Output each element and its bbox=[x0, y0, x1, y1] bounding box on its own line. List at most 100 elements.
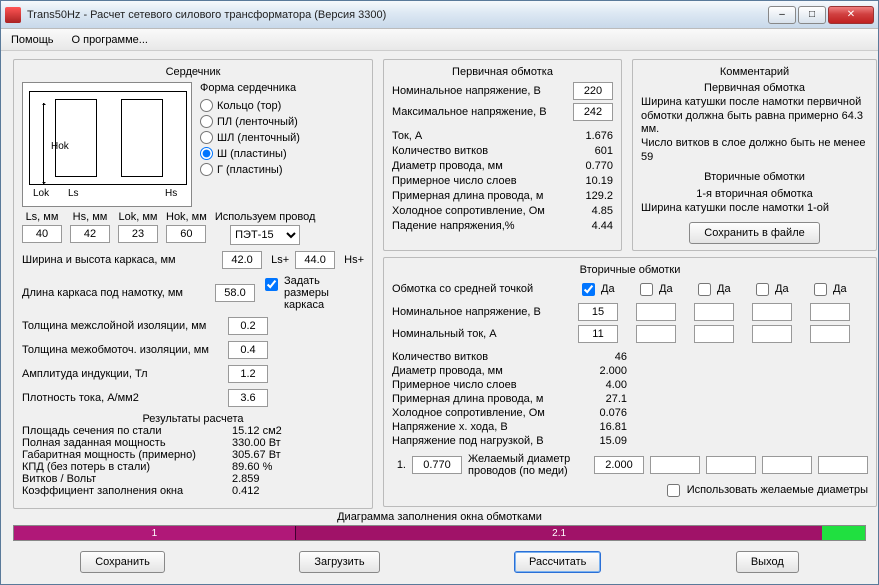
result-value: 305.67 Вт bbox=[232, 449, 312, 461]
secondary-label: Примерное число слоев bbox=[392, 379, 572, 391]
primary-label: Падение напряжения,% bbox=[392, 220, 558, 232]
result-label: КПД (без потерь в стали) bbox=[22, 461, 232, 473]
desired-diam-input[interactable] bbox=[594, 456, 644, 474]
minimize-button[interactable]: – bbox=[768, 6, 796, 24]
secondary-value: 15.09 bbox=[572, 435, 627, 447]
lok-input[interactable] bbox=[118, 225, 158, 243]
primary-label: Ток, А bbox=[392, 130, 558, 142]
save-comments-button[interactable]: Сохранить в файле bbox=[689, 222, 819, 244]
result-value: 2.859 bbox=[232, 473, 312, 485]
secondary-label: Диаметр провода, мм bbox=[392, 365, 572, 377]
core-title: Сердечник bbox=[22, 66, 364, 78]
primary-value: 601 bbox=[558, 145, 613, 157]
sec-inom-input[interactable] bbox=[810, 325, 850, 343]
radio-sh[interactable]: Ш (пластины) bbox=[200, 147, 300, 160]
center-tap-checkbox[interactable]: Да bbox=[694, 280, 746, 299]
results-title: Результаты расчета bbox=[22, 413, 364, 425]
sec-inom-input[interactable] bbox=[636, 325, 676, 343]
comments-title: Комментарий bbox=[641, 66, 868, 78]
secondary-value: 27.1 bbox=[572, 393, 627, 405]
secondary-label: Холодное сопротивление, Ом bbox=[392, 407, 572, 419]
window-title: Trans50Hz - Расчет сетевого силового тра… bbox=[27, 9, 768, 21]
secondary-value: 16.81 bbox=[572, 421, 627, 433]
diagram-title: Диаграмма заполнения окна обмотками bbox=[13, 511, 866, 523]
sec-vnom-input[interactable] bbox=[810, 303, 850, 321]
menubar: Помощь О программе... bbox=[1, 29, 878, 51]
radio-ring[interactable]: Кольцо (тор) bbox=[200, 99, 300, 112]
save-button[interactable]: Сохранить bbox=[80, 551, 165, 573]
core-panel: Сердечник Hok Lok Ls Hs Форма сердечника bbox=[13, 59, 373, 509]
hok-input[interactable] bbox=[166, 225, 206, 243]
radio-pl[interactable]: ПЛ (ленточный) bbox=[200, 115, 300, 128]
diagram-segment-primary: 1 bbox=[14, 526, 295, 540]
close-button[interactable]: ✕ bbox=[828, 6, 874, 24]
secondary-value: 4.00 bbox=[572, 379, 627, 391]
primary-value: 0.770 bbox=[558, 160, 613, 172]
center-tap-checkbox[interactable]: Да bbox=[578, 280, 630, 299]
radio-shl[interactable]: ШЛ (ленточный) bbox=[200, 131, 300, 144]
calc-button[interactable]: Рассчитать bbox=[514, 551, 601, 573]
primary-value: 10.19 bbox=[558, 175, 613, 187]
radio-g[interactable]: Г (пластины) bbox=[200, 163, 300, 176]
titlebar: Trans50Hz - Расчет сетевого силового тра… bbox=[1, 1, 878, 29]
secondary-value: 0.076 bbox=[572, 407, 627, 419]
core-shape-selector: Форма сердечника Кольцо (тор) ПЛ (ленточ… bbox=[200, 82, 300, 207]
primary-value: 129.2 bbox=[558, 190, 613, 202]
primary-label: Примерное число слоев bbox=[392, 175, 558, 187]
load-button[interactable]: Загрузить bbox=[299, 551, 379, 573]
center-tap-checkbox[interactable]: Да bbox=[810, 280, 862, 299]
app-window: Trans50Hz - Расчет сетевого силового тра… bbox=[0, 0, 879, 585]
hs-input[interactable] bbox=[70, 225, 110, 243]
primary-label: Диаметр провода, мм bbox=[392, 160, 558, 172]
frame-w-input[interactable] bbox=[222, 251, 262, 269]
wire-select[interactable]: ПЭТ-15 bbox=[230, 225, 300, 245]
primary-value: 4.85 bbox=[558, 205, 613, 217]
result-label: Коэффициент заполнения окна bbox=[22, 485, 232, 497]
desired-diam-input[interactable] bbox=[706, 456, 756, 474]
menu-help[interactable]: Помощь bbox=[11, 34, 54, 46]
center-tap-checkbox[interactable]: Да bbox=[752, 280, 804, 299]
sec-inom-input[interactable] bbox=[578, 325, 618, 343]
menu-about[interactable]: О программе... bbox=[72, 34, 148, 46]
secondary-label: Примерная длина провода, м bbox=[392, 393, 572, 405]
app-icon bbox=[5, 7, 21, 23]
sec-vnom-input[interactable] bbox=[578, 303, 618, 321]
result-value: 15.12 см2 bbox=[232, 425, 312, 437]
desired-diam-input[interactable] bbox=[762, 456, 812, 474]
d-actual-input[interactable] bbox=[412, 456, 462, 474]
maximize-button[interactable]: □ bbox=[798, 6, 826, 24]
comments-panel: Комментарий Первичная обмотка Ширина кат… bbox=[632, 59, 877, 251]
use-desired-checkbox[interactable]: Использовать желаемые диаметры bbox=[663, 481, 868, 500]
sec-vnom-input[interactable] bbox=[752, 303, 792, 321]
secondary-value: 2.000 bbox=[572, 365, 627, 377]
result-value: 330.00 Вт bbox=[232, 437, 312, 449]
desired-diam-input[interactable] bbox=[650, 456, 700, 474]
result-label: Площадь сечения по стали bbox=[22, 425, 232, 437]
interlayer-input[interactable] bbox=[228, 317, 268, 335]
set-frame-checkbox[interactable]: Задать размеры каркаса bbox=[261, 275, 364, 311]
sec-vnom-input[interactable] bbox=[636, 303, 676, 321]
ls-input[interactable] bbox=[22, 225, 62, 243]
frame-len-input[interactable] bbox=[215, 284, 255, 302]
result-label: Габаритная мощность (примерно) bbox=[22, 449, 232, 461]
diagram-segment-secondary: 2.1 bbox=[295, 526, 823, 540]
primary-value: 4.44 bbox=[558, 220, 613, 232]
desired-diam-input[interactable] bbox=[818, 456, 868, 474]
fill-diagram: 1 2.1 bbox=[13, 525, 866, 541]
center-tap-checkbox[interactable]: Да bbox=[636, 280, 688, 299]
primary-title: Первичная обмотка bbox=[392, 66, 613, 78]
interwind-input[interactable] bbox=[228, 341, 268, 359]
exit-button[interactable]: Выход bbox=[736, 551, 799, 573]
sec-inom-input[interactable] bbox=[694, 325, 734, 343]
sec-vnom-input[interactable] bbox=[694, 303, 734, 321]
bamp-input[interactable] bbox=[228, 365, 268, 383]
frame-h-input[interactable] bbox=[295, 251, 335, 269]
primary-vnom-input[interactable] bbox=[573, 82, 613, 100]
primary-label: Холодное сопротивление, Ом bbox=[392, 205, 558, 217]
primary-vmax-input[interactable] bbox=[573, 103, 613, 121]
sec-inom-input[interactable] bbox=[752, 325, 792, 343]
primary-label: Количество витков bbox=[392, 145, 558, 157]
secondary-title: Вторичные обмотки bbox=[392, 264, 868, 276]
result-label: Полная заданная мощность bbox=[22, 437, 232, 449]
jdens-input[interactable] bbox=[228, 389, 268, 407]
